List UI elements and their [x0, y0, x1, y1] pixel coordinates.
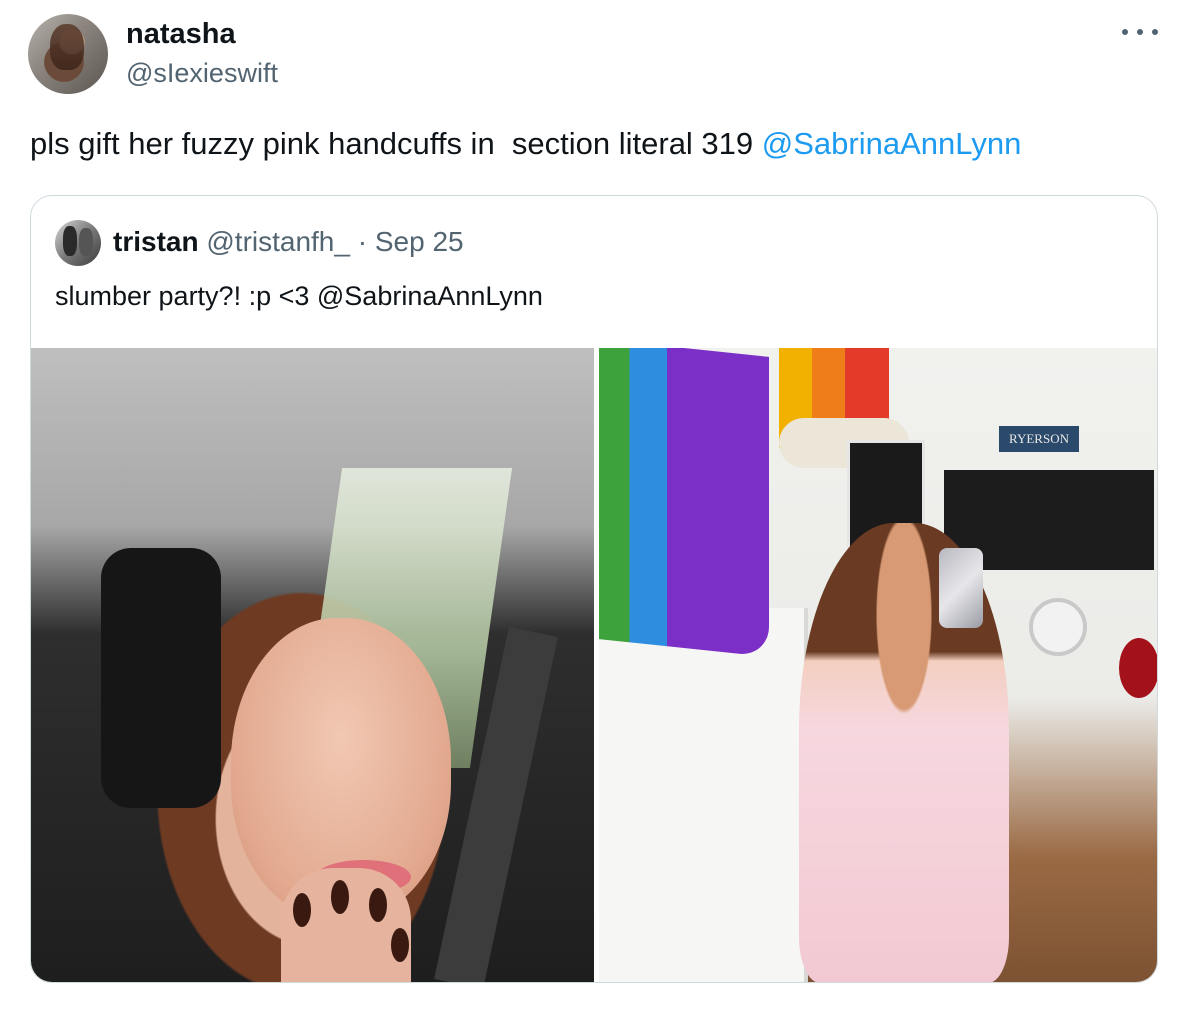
more-options-icon[interactable]: [1122, 20, 1158, 44]
author-display-name[interactable]: natasha: [126, 18, 236, 51]
author-handle[interactable]: @sIexieswift: [126, 58, 278, 89]
tweet-body: pls gift her fuzzy pink handcuffs in sec…: [30, 126, 762, 161]
quoted-media-photo-2[interactable]: RYERSON: [599, 348, 1157, 982]
car-seat: [101, 548, 221, 808]
ellipsis-dot: [1137, 29, 1143, 35]
quoted-author-avatar[interactable]: [55, 220, 101, 266]
vanity-mirror: [1029, 598, 1087, 656]
quoted-tweet-card[interactable]: tristan @tristanfh_ · Sep 25 slumber par…: [30, 195, 1158, 983]
quoted-tweet-date[interactable]: Sep 25: [375, 226, 464, 257]
tweet-mention-link[interactable]: @SabrinaAnnLynn: [762, 126, 1022, 161]
author-avatar[interactable]: [28, 14, 108, 94]
quoted-media-photo-1[interactable]: [31, 348, 594, 982]
white-door: [599, 608, 808, 982]
quoted-tweet-text: slumber party?! :p <3 @SabrinaAnnLynn: [55, 281, 543, 311]
tweet: natasha @sIexieswift pls gift her fuzzy …: [0, 0, 1190, 1012]
phone: [939, 548, 983, 628]
quoted-author-display-name[interactable]: tristan: [113, 226, 199, 257]
nail: [391, 928, 409, 962]
tweet-text: pls gift her fuzzy pink handcuffs in sec…: [30, 126, 1021, 162]
wall-sign: RYERSON: [999, 426, 1079, 452]
quoted-author-handle[interactable]: @tristanfh_: [206, 226, 350, 257]
nail: [369, 888, 387, 922]
ellipsis-dot: [1152, 29, 1158, 35]
nail: [331, 880, 349, 914]
red-plant: [1119, 638, 1157, 698]
header-separator: ·: [357, 226, 368, 257]
quoted-tweet-header: tristan @tristanfh_ · Sep 25: [113, 226, 464, 258]
pride-flag: [599, 348, 769, 657]
nail: [293, 893, 311, 927]
ellipsis-dot: [1122, 29, 1128, 35]
